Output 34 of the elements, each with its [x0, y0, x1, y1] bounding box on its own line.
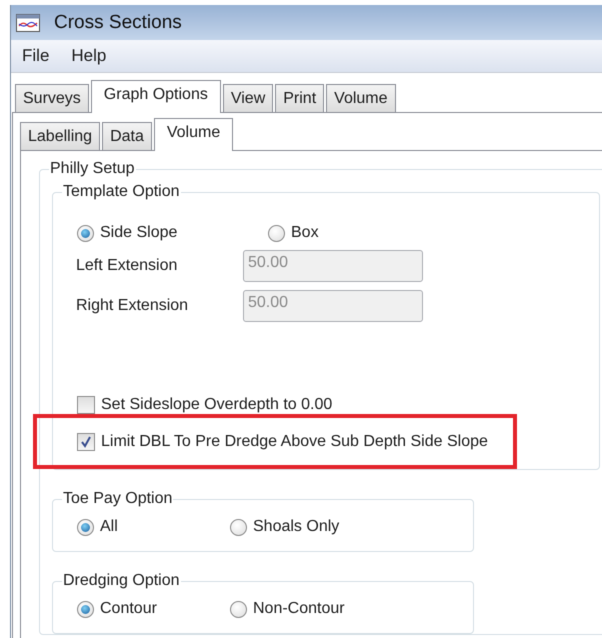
group-title: Philly Setup	[49, 160, 136, 178]
radio-label[interactable]: Contour	[100, 600, 157, 618]
checkbox[interactable]	[77, 396, 95, 414]
group-title: Template Option	[62, 183, 181, 201]
radio-button[interactable]	[268, 224, 285, 242]
chart-icon	[16, 14, 40, 32]
checkbox-label[interactable]: Limit DBL To Pre Dredge Above Sub Depth Side Slope	[101, 433, 488, 451]
group-title: Toe Pay Option	[62, 490, 174, 508]
tab[interactable]: Data	[102, 122, 152, 150]
field-label: Left Extension	[76, 257, 178, 275]
tab[interactable]: Graph Options	[90, 80, 221, 113]
radio-label[interactable]: Side Slope	[100, 224, 178, 242]
radio-label[interactable]: Box	[291, 224, 319, 242]
radio-button[interactable]	[77, 600, 94, 618]
radio-button[interactable]	[77, 224, 94, 242]
field-label: Right Extension	[76, 297, 190, 315]
menu-item[interactable]: Help	[71, 46, 106, 66]
radio-button[interactable]	[230, 518, 247, 536]
window-title: Cross Sections	[54, 12, 182, 34]
tab[interactable]: Volume	[326, 84, 396, 112]
radio-label[interactable]: Shoals Only	[253, 518, 340, 536]
radio-button[interactable]	[77, 518, 94, 536]
tab[interactable]: Labelling	[20, 122, 100, 150]
radio-label[interactable]: All	[100, 518, 118, 536]
radio-button[interactable]	[230, 600, 247, 618]
group-title: Dredging Option	[62, 572, 181, 590]
tab[interactable]: View	[222, 84, 274, 112]
checkbox-label[interactable]: Set Sideslope Overdepth to 0.00	[101, 396, 332, 414]
tab[interactable]: Surveys	[15, 84, 89, 112]
tab[interactable]: Volume	[154, 118, 234, 151]
checkbox[interactable]	[77, 433, 95, 451]
menu-item[interactable]: File	[22, 46, 50, 66]
radio-label[interactable]: Non-Contour	[253, 600, 345, 618]
tab[interactable]: Print	[275, 84, 324, 112]
